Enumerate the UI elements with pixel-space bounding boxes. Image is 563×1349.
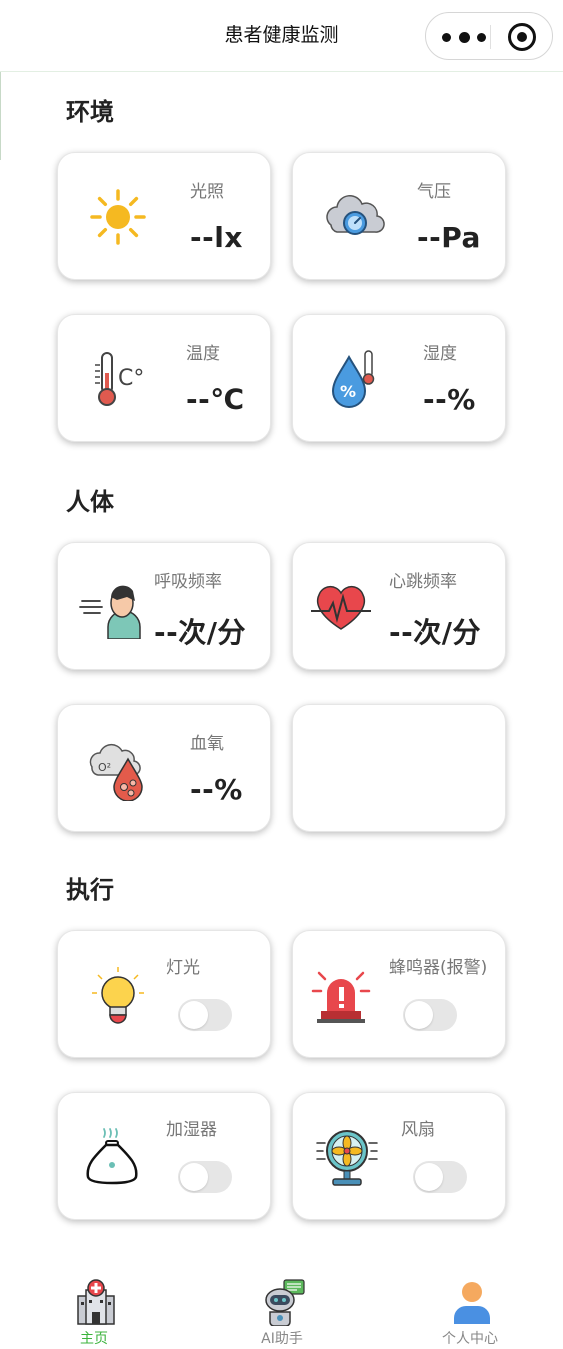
- buzzer-control-label: 蜂鸣器(报警): [389, 958, 488, 978]
- svg-text:C°: C°: [118, 366, 144, 391]
- card-buzzer-control: 蜂鸣器(报警): [292, 930, 506, 1058]
- tab-home-label: 主页: [80, 1331, 108, 1347]
- card-blood-oxygen[interactable]: O² 血氧 --%: [57, 704, 271, 832]
- card-light-sensor[interactable]: 光照 --lx: [57, 152, 271, 280]
- heartbeat-icon: [311, 585, 371, 630]
- robot-icon: [265, 1279, 305, 1326]
- navigation-bar: 患者健康监测: [0, 0, 563, 72]
- pressure-value: --Pa: [417, 221, 481, 254]
- section-title-body: 人体: [66, 488, 114, 516]
- humidity-drop-icon: %: [331, 350, 375, 408]
- tab-profile[interactable]: 个人中心: [400, 1268, 540, 1349]
- breathing-person-icon: [79, 585, 141, 639]
- humidifier-control-label: 加湿器: [166, 1120, 217, 1140]
- cloud-gauge-icon: [326, 195, 385, 235]
- toggle-knob: [415, 1163, 443, 1191]
- light-control-label: 灯光: [166, 958, 200, 978]
- card-temperature-sensor[interactable]: C° 温度 --℃: [57, 314, 271, 442]
- toggle-knob: [180, 1001, 208, 1029]
- light-toggle-switch[interactable]: [178, 999, 232, 1031]
- blood-oxygen-icon: O²: [89, 743, 143, 801]
- card-respiration[interactable]: 呼吸频率 --次/分: [57, 542, 271, 670]
- humidity-value: --%: [423, 383, 476, 416]
- pressure-label: 气压: [417, 182, 451, 202]
- section-title-environment: 环境: [66, 98, 114, 126]
- light-value: --lx: [190, 221, 243, 254]
- humidifier-icon: [86, 1128, 138, 1185]
- tab-ai-assistant-label: AI助手: [261, 1331, 303, 1347]
- respiration-value: --次/分: [154, 616, 246, 649]
- svg-text:O²: O²: [98, 761, 111, 774]
- toggle-knob: [180, 1163, 208, 1191]
- alarm-siren-icon: [311, 971, 371, 1023]
- fan-icon: [316, 1130, 378, 1186]
- toggle-knob: [405, 1001, 433, 1029]
- tab-home[interactable]: 主页: [24, 1268, 164, 1349]
- buzzer-toggle-switch[interactable]: [403, 999, 457, 1031]
- light-label: 光照: [190, 182, 224, 202]
- heart-rate-label: 心跳频率: [389, 572, 457, 592]
- user-icon: [454, 1282, 490, 1324]
- tab-ai-assistant[interactable]: AI助手: [212, 1268, 352, 1349]
- light-bulb-icon: [92, 967, 144, 1024]
- more-options-icon[interactable]: [442, 27, 486, 47]
- card-pressure-sensor[interactable]: 气压 --Pa: [292, 152, 506, 280]
- heart-rate-value: --次/分: [389, 616, 481, 649]
- thermometer-icon: C°: [95, 352, 144, 406]
- temperature-label: 温度: [186, 344, 220, 364]
- fan-control-label: 风扇: [401, 1120, 435, 1140]
- close-miniprogram-icon[interactable]: [508, 23, 536, 51]
- card-fan-control: 风扇: [292, 1092, 506, 1220]
- humidifier-toggle-switch[interactable]: [178, 1161, 232, 1193]
- blood-oxygen-value: --%: [190, 773, 243, 806]
- tab-profile-label: 个人中心: [442, 1331, 498, 1347]
- respiration-label: 呼吸频率: [154, 572, 222, 592]
- card-empty: [292, 704, 506, 832]
- card-humidity-sensor[interactable]: % 湿度 --%: [292, 314, 506, 442]
- humidity-label: 湿度: [423, 344, 457, 364]
- hospital-icon: [77, 1279, 115, 1325]
- mini-program-capsule: [425, 12, 553, 60]
- temperature-value: --℃: [186, 383, 245, 416]
- sun-icon: [90, 189, 146, 245]
- card-humidifier-control: 加湿器: [57, 1092, 271, 1220]
- card-light-control: 灯光: [57, 930, 271, 1058]
- svg-text:%: %: [340, 382, 356, 401]
- card-heart-rate[interactable]: 心跳频率 --次/分: [292, 542, 506, 670]
- capsule-divider: [490, 25, 491, 49]
- section-title-actuators: 执行: [66, 876, 114, 904]
- blood-oxygen-label: 血氧: [190, 734, 224, 754]
- fan-toggle-switch[interactable]: [413, 1161, 467, 1193]
- bottom-tab-bar: 主页 AI助手 个人中心: [0, 1268, 563, 1349]
